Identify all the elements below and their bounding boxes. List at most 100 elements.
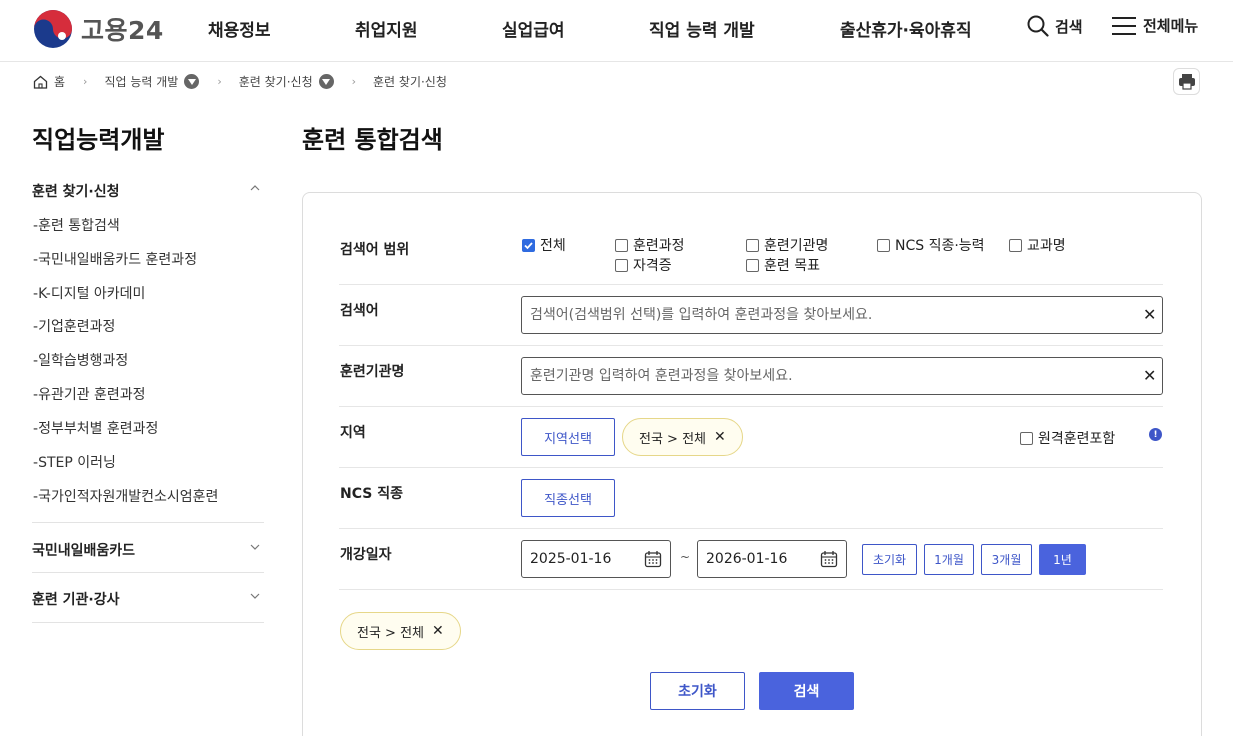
chevron-up-icon [250, 185, 260, 191]
taegeuk-logo-icon [34, 10, 72, 48]
printer-icon [1178, 74, 1195, 90]
clear-institution-icon[interactable]: ✕ [1143, 366, 1156, 385]
breadcrumb-current: 훈련 찾기·신청 [373, 73, 447, 90]
checkbox-icon [615, 258, 628, 272]
dropdown-icon[interactable] [184, 74, 200, 89]
sidebar-group-label: 훈련 기관·강사 [32, 592, 120, 608]
remove-chip-icon[interactable]: ✕ [714, 429, 726, 445]
sidebar-item-work-study[interactable]: -일학습병행과정 [33, 350, 128, 370]
row-divider [339, 406, 1163, 407]
checkbox-icon [877, 238, 890, 252]
all-menu-label: 전체메뉴 [1143, 17, 1199, 35]
keyword-input[interactable] [521, 296, 1163, 334]
scope-goal-checkbox[interactable]: 훈련 목표 [746, 255, 820, 275]
breadcrumb-home[interactable]: 홈 [33, 73, 65, 90]
region-select-button[interactable]: 지역선택 [521, 418, 615, 456]
scope-all-checkbox[interactable]: 전체 [522, 235, 566, 255]
checkbox-icon [1020, 431, 1033, 445]
nav-vocational-training[interactable]: 직업 능력 개발 [649, 16, 755, 41]
calendar-icon[interactable] [644, 550, 662, 568]
selected-region-chip[interactable]: 전국 > 전체 ✕ [340, 612, 461, 650]
breadcrumb-training-find[interactable]: 훈련 찾기·신청 [239, 73, 334, 90]
ncs-select-button[interactable]: 직종선택 [521, 479, 615, 517]
checkbox-icon [615, 238, 628, 252]
chevron-down-icon [250, 593, 260, 599]
nav-jobs[interactable]: 채용정보 [208, 16, 271, 41]
period-1month-button[interactable]: 1개월 [924, 544, 974, 575]
breadcrumb-vocational[interactable]: 직업 능력 개발 [104, 73, 200, 90]
sidebar-item-k-digital[interactable]: -K-디지털 아카데미 [33, 283, 145, 303]
clear-keyword-icon[interactable]: ✕ [1143, 305, 1156, 324]
chevron-right-icon: › [217, 75, 222, 88]
home-icon [33, 75, 48, 89]
scope-course-checkbox[interactable]: 훈련과정 [615, 235, 685, 255]
checkbox-icon [746, 238, 759, 252]
date-label: 개강일자 [340, 547, 392, 563]
row-divider [339, 589, 1163, 590]
search-button[interactable]: 검색 [759, 672, 854, 710]
sidebar-item-government[interactable]: -정부부처별 훈련과정 [33, 418, 158, 438]
breadcrumb-label: 훈련 찾기·신청 [373, 75, 447, 89]
sidebar-group-label: 국민내일배움카드 [32, 543, 136, 559]
region-chip[interactable]: 전국 > 전체 ✕ [622, 418, 743, 456]
checkbox-checked-icon [522, 238, 535, 252]
dropdown-icon[interactable] [318, 74, 334, 89]
sidebar-item-card-course[interactable]: -국민내일배움카드 훈련과정 [33, 249, 197, 269]
sidebar-group-institution[interactable]: 훈련 기관·강사 [32, 589, 264, 609]
sidebar-item-integrated-search[interactable]: -훈련 통합검색 [33, 215, 120, 235]
keyword-label: 검색어 [340, 303, 379, 319]
breadcrumb: 홈 › 직업 능력 개발 › 훈련 찾기·신청 › 훈련 찾기·신청 [33, 73, 447, 90]
sidebar-divider [32, 622, 264, 623]
sidebar-divider [32, 522, 264, 523]
sidebar-title: 직업능력개발 [32, 126, 165, 154]
nav-parental-leave[interactable]: 출산휴가·육아휴직 [840, 16, 972, 41]
end-date-input[interactable]: 2026-01-16 [697, 540, 847, 578]
scope-institution-checkbox[interactable]: 훈련기관명 [746, 235, 828, 255]
period-1year-button[interactable]: 1년 [1039, 544, 1086, 575]
scope-ncs-checkbox[interactable]: NCS 직종·능력 [877, 235, 985, 255]
sidebar-item-step[interactable]: -STEP 이러닝 [33, 452, 116, 472]
search-label: 검색 [1055, 17, 1083, 36]
breadcrumb-home-label: 홈 [54, 75, 66, 89]
checkbox-icon [1009, 238, 1022, 252]
sidebar-item-related-agency[interactable]: -유관기관 훈련과정 [33, 384, 146, 404]
row-divider [339, 345, 1163, 346]
all-menu-button[interactable]: 전체메뉴 [1111, 15, 1198, 36]
print-button[interactable] [1173, 68, 1200, 95]
search-icon [1027, 15, 1049, 37]
header-search-button[interactable]: 검색 [1027, 15, 1083, 37]
institution-label: 훈련기관명 [340, 364, 405, 380]
checkbox-icon [746, 258, 759, 272]
calendar-icon[interactable] [820, 550, 838, 568]
row-divider [339, 528, 1163, 529]
site-logo[interactable]: 고용24 [33, 9, 164, 49]
period-reset-button[interactable]: 초기화 [862, 544, 917, 575]
page-title: 훈련 통합검색 [302, 126, 443, 154]
institution-input[interactable] [521, 357, 1163, 395]
period-3month-button[interactable]: 3개월 [981, 544, 1032, 575]
remote-training-checkbox[interactable]: 원격훈련포함 [1020, 428, 1115, 448]
site-header: 고용24 채용정보 취업지원 실업급여 직업 능력 개발 출산휴가·육아휴직 검… [0, 0, 1233, 62]
remove-chip-icon[interactable]: ✕ [432, 623, 444, 639]
start-date-input[interactable]: 2025-01-16 [521, 540, 671, 578]
info-icon[interactable]: ! [1149, 428, 1162, 441]
scope-certificate-checkbox[interactable]: 자격증 [615, 255, 672, 275]
chevron-right-icon: › [351, 75, 357, 88]
chevron-right-icon: › [83, 75, 88, 88]
row-divider [339, 467, 1163, 468]
scope-subject-checkbox[interactable]: 교과명 [1009, 235, 1066, 255]
reset-button[interactable]: 초기화 [650, 672, 745, 710]
sidebar-group-card[interactable]: 국민내일배움카드 [32, 540, 264, 560]
sidebar-item-consortium[interactable]: -국가인적자원개발컨소시엄훈련 [33, 486, 218, 506]
region-label: 지역 [340, 425, 366, 441]
nav-employment-support[interactable]: 취업지원 [355, 16, 418, 41]
ncs-label: NCS 직종 [340, 486, 403, 502]
logo-text: 고용24 [81, 16, 164, 45]
scope-label: 검색어 범위 [340, 242, 410, 258]
breadcrumb-label: 훈련 찾기·신청 [238, 75, 313, 89]
nav-unemployment-benefit[interactable]: 실업급여 [502, 16, 565, 41]
breadcrumb-label: 직업 능력 개발 [104, 75, 179, 89]
sidebar-group-label: 훈련 찾기·신청 [32, 184, 120, 200]
sidebar-item-corporate[interactable]: -기업훈련과정 [33, 316, 115, 336]
sidebar-group-training-find[interactable]: 훈련 찾기·신청 [32, 181, 264, 201]
